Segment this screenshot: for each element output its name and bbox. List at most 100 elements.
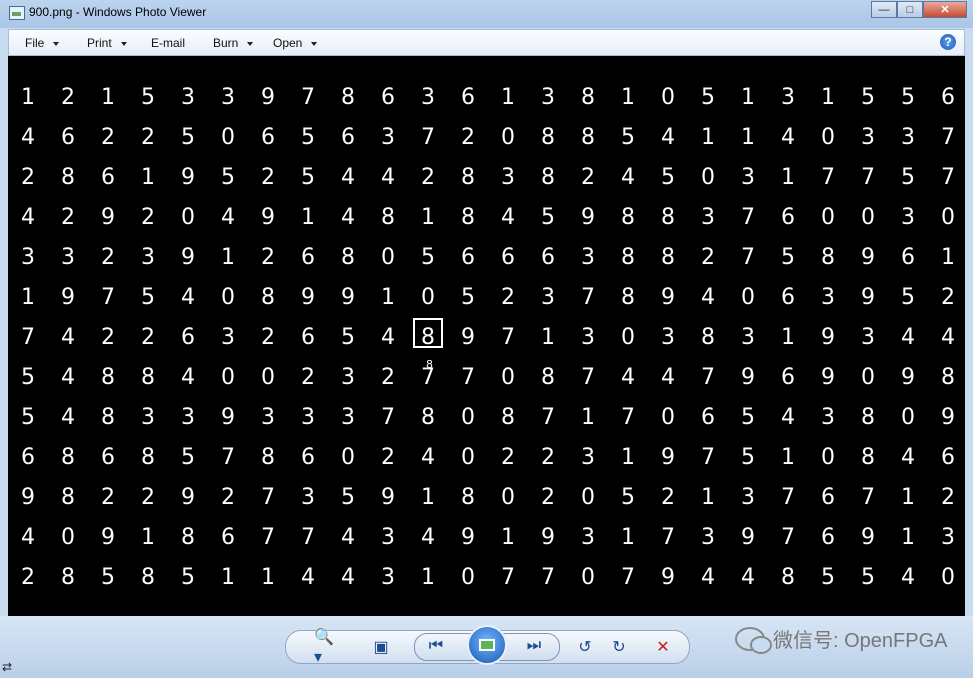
digit-cell: 9 [181,245,195,270]
rotate-left-button[interactable]: ↺ [574,637,596,657]
window-controls: — □ ✕ [871,1,967,19]
digit-cell: 4 [61,365,75,390]
digit-cell: 5 [741,405,755,430]
digit-cell: 0 [701,165,715,190]
digit-cell: 0 [461,565,475,590]
digit-cell: 9 [941,405,955,430]
digit-cell: 2 [301,365,315,390]
digit-cell: 1 [501,85,515,110]
digit-cell: 8 [141,365,155,390]
digit-cell: 0 [901,405,915,430]
actual-size-button[interactable]: ▣ [370,637,392,657]
digit-cell: 3 [581,245,595,270]
digit-cell: 2 [21,165,35,190]
digit-cell: 1 [501,525,515,550]
digit-cell: 7 [261,485,275,510]
digit-cell: 7 [221,445,235,470]
digit-cell: 1 [421,565,435,590]
menu-print[interactable]: Print [87,36,127,50]
digit-cell: 7 [621,565,635,590]
selected-cell-outline [413,318,443,348]
digit-cell: 8 [341,245,355,270]
digit-cell: 7 [941,125,955,150]
delete-button[interactable]: ✕ [652,637,674,657]
rotate-right-button[interactable]: ↻ [608,637,630,657]
digit-cell: 7 [541,405,555,430]
digit-cell: 5 [141,85,155,110]
digit-cell: 7 [21,325,35,350]
digit-cell: 8 [461,485,475,510]
close-button[interactable]: ✕ [923,1,967,18]
title-bar: 900.png - Windows Photo Viewer — □ ✕ [0,0,973,28]
digit-cell: 8 [781,565,795,590]
digit-cell: 4 [181,285,195,310]
digit-cell: 3 [701,205,715,230]
chevron-down-icon [120,41,127,46]
digit-cell: 2 [141,125,155,150]
zoom-icon: 🔍▾ [314,629,334,666]
rotate-clockwise-icon: ↻ [612,639,626,656]
maximize-button[interactable]: □ [897,1,923,18]
digit-cell: 6 [341,125,355,150]
maximize-icon: □ [906,3,914,16]
digit-cell: 8 [421,405,435,430]
digit-cell: 6 [301,245,315,270]
menu-open[interactable]: Open [273,36,318,50]
digit-cell: 5 [421,245,435,270]
digit-cell: 8 [661,205,675,230]
digit-cell: 1 [261,565,275,590]
help-icon[interactable]: ? [940,34,956,50]
digit-cell: 3 [21,245,35,270]
menu-burn[interactable]: Burn [213,36,254,50]
minimize-button[interactable]: — [871,1,897,18]
bottom-toolbar: 🔍▾ ▣ ↺ ↻ ✕ ⏮ ⏭ 微信号: OpenFPGA ⇄ [0,616,973,678]
digit-cell: 5 [141,285,155,310]
previous-button[interactable]: ⏮ [425,636,447,656]
digit-cell: 9 [861,285,875,310]
slideshow-button[interactable] [467,625,507,665]
digit-cell: 9 [661,445,675,470]
digit-cell: 9 [861,525,875,550]
digit-cell: 9 [581,205,595,230]
digit-cell: 5 [341,325,355,350]
digit-cell: 4 [621,165,635,190]
digit-cell: 8 [621,245,635,270]
digit-cell: 6 [701,405,715,430]
digit-cell: 8 [501,405,515,430]
digit-cell: 4 [61,325,75,350]
digit-cell: 9 [181,485,195,510]
next-button[interactable]: ⏭ [523,636,545,656]
photo-viewer-icon [9,6,25,20]
digit-cell: 0 [261,365,275,390]
actual-size-icon: ▣ [373,639,389,656]
menu-bar: File Print E-mail Burn Open ? [8,29,965,56]
digit-cell: 6 [101,165,115,190]
digit-cell: 4 [901,325,915,350]
digit-cell: 0 [221,365,235,390]
image-viewport[interactable]: 1 2 1 5 3 3 9 7 8 6 3 6 1 3 8 1 0 5 1 3 1 5 5 6 4 6 2 2 5 0 6 5 6 3 7 2 0 8 8 5… [8,56,965,616]
digit-cell: 7 [301,525,315,550]
digit-cell: 2 [581,165,595,190]
digit-cell: 7 [781,485,795,510]
digit-cell: 3 [581,445,595,470]
previous-icon: ⏮ [428,637,444,654]
digit-cell: 7 [501,565,515,590]
zoom-button[interactable]: 🔍▾ [314,629,336,666]
digit-cell: 1 [901,485,915,510]
digit-cell: 4 [341,165,355,190]
menu-file[interactable]: File [25,36,60,50]
digit-cell: 7 [741,205,755,230]
digit-cell: 2 [941,285,955,310]
digit-cell: 2 [541,485,555,510]
digit-cell: 0 [581,565,595,590]
digit-cell: 6 [21,445,35,470]
digit-cell: 3 [741,485,755,510]
digit-cell: 2 [141,325,155,350]
digit-cell: 3 [421,85,435,110]
digit-cell: 1 [141,165,155,190]
digit-cell: 9 [821,325,835,350]
digit-cell: 3 [901,205,915,230]
menu-email[interactable]: E-mail [151,36,185,50]
digit-cell: 5 [621,485,635,510]
digit-cell: 3 [261,405,275,430]
